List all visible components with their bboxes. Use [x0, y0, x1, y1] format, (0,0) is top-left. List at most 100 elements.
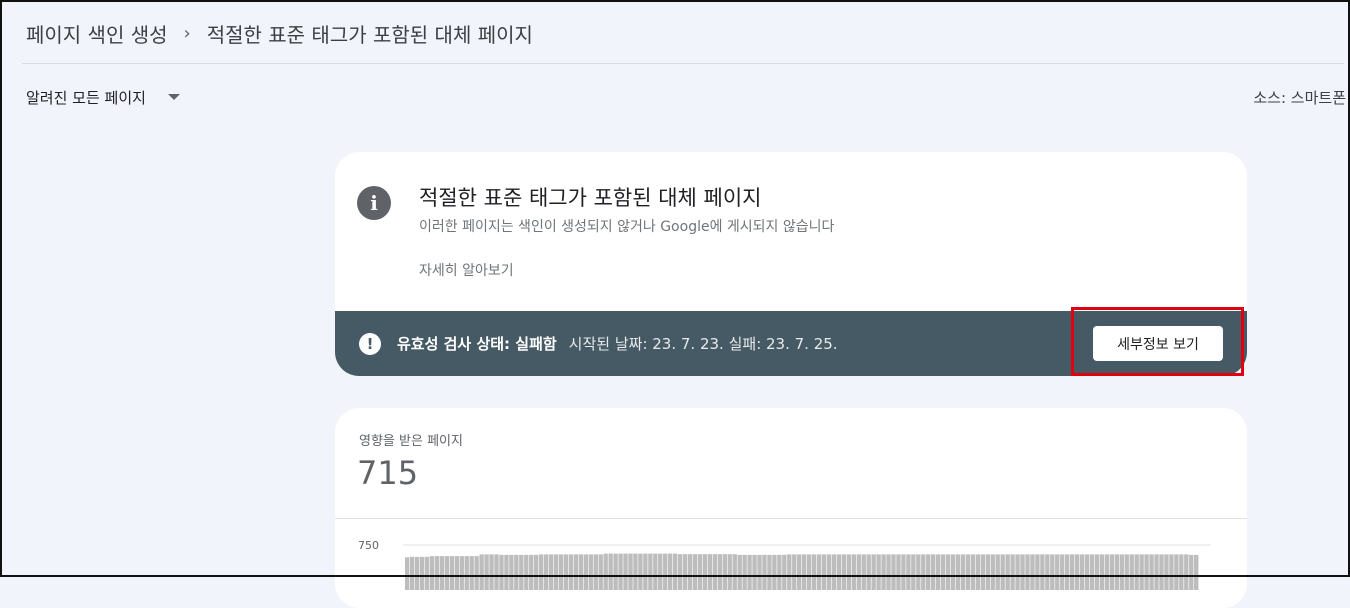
chart-bar — [1114, 554, 1119, 590]
chart-bar — [628, 553, 633, 590]
chart-bar — [1079, 554, 1085, 590]
chart-bar — [1104, 554, 1110, 590]
chart-bar — [1050, 554, 1055, 590]
header-divider — [22, 63, 1344, 64]
chart-bar — [464, 556, 469, 590]
issue-subtitle: 이러한 페이지는 색인이 생성되지 않거나 Google에 게시되지 않습니다 — [419, 219, 835, 235]
chart-bar — [871, 554, 876, 590]
chart-bar — [1025, 554, 1030, 590]
learn-more-link[interactable]: 자세히 알아보기 — [419, 260, 514, 280]
chart-bar — [618, 553, 623, 590]
chart-bar — [459, 556, 464, 590]
chart-bar — [573, 554, 579, 590]
chart-bar — [1129, 554, 1134, 590]
chart-bar — [866, 554, 871, 590]
chart-bar — [767, 554, 772, 590]
chart-bar — [960, 554, 966, 590]
chart-bar — [578, 554, 584, 590]
chart-bar — [826, 554, 832, 590]
dropdown-arrow-icon — [167, 94, 180, 100]
chart-bar — [439, 556, 445, 590]
chart-bar — [583, 554, 589, 590]
chart-bar — [896, 554, 901, 590]
chart-bar — [1099, 554, 1105, 590]
breadcrumb: 페이지 색인 생성 › 적절한 표준 태그가 포함된 대체 페이지 — [26, 18, 533, 48]
chart-bar — [553, 554, 559, 590]
chart-bar — [1010, 554, 1015, 590]
chart-bar — [717, 554, 722, 590]
chart-bar — [419, 556, 425, 590]
chart-bar — [524, 554, 529, 590]
chart-bar — [1184, 554, 1189, 590]
chart-bar — [891, 554, 896, 590]
chart-bar — [1169, 554, 1174, 590]
chart-bar — [509, 554, 514, 590]
chart-bar — [876, 554, 881, 590]
validation-dates: 시작된 날짜: 23. 7. 23. 실패: 23. 7. 25. — [568, 335, 838, 353]
chart-bar — [836, 554, 842, 590]
affected-pages-count: 715 — [357, 454, 419, 492]
chart-bar — [613, 553, 618, 590]
chart-bar — [906, 554, 911, 590]
chart-bar — [454, 556, 459, 590]
y-tick-label: 750 — [358, 539, 379, 552]
see-details-button[interactable]: 세부정보 보기 — [1093, 326, 1223, 361]
page-filter-value: 알려진 모든 페이지 — [26, 88, 146, 107]
chart-bar — [1164, 554, 1169, 590]
chart-bar — [980, 554, 986, 590]
chart-bar — [414, 556, 420, 590]
issue-card: i 적절한 표준 태그가 포함된 대체 페이지 이러한 페이지는 색인이 생성되… — [335, 152, 1247, 376]
issue-title: 적절한 표준 태그가 포함된 대체 페이지 — [419, 186, 762, 210]
chart-bar — [1194, 554, 1199, 590]
chart-bar — [1149, 554, 1154, 590]
chart-bar — [707, 554, 713, 590]
chart-bar — [911, 554, 916, 590]
chart-bar — [787, 554, 792, 590]
chart-bar — [409, 556, 415, 590]
chart-bar — [782, 554, 787, 590]
chart-bar — [802, 554, 807, 590]
chart-bar — [881, 554, 886, 590]
chart-bar — [598, 554, 603, 590]
chart-bar — [1139, 554, 1144, 590]
source-selector[interactable]: 소스: 스마트폰 — [1253, 84, 1346, 110]
chart-bar — [682, 554, 688, 590]
chart-bar — [697, 554, 703, 590]
chart-bar — [712, 554, 718, 590]
chart-bar — [529, 554, 534, 590]
chart-bar — [1069, 554, 1075, 590]
chart-bar — [1159, 554, 1164, 590]
affected-pages-card: 영향을 받은 페이지 715 750 — [335, 408, 1247, 608]
chart-bar — [926, 554, 931, 590]
chart-bar — [737, 554, 742, 590]
breadcrumb-current: 적절한 표준 태그가 포함된 대체 페이지 — [206, 22, 533, 47]
chart-bar — [1089, 554, 1095, 590]
chart-bar — [762, 554, 767, 590]
alert-icon: ! — [359, 332, 381, 355]
page-filter-dropdown[interactable]: 알려진 모든 페이지 — [26, 84, 180, 110]
chart-bar — [777, 554, 782, 590]
chart-bar — [931, 554, 936, 590]
affected-pages-label: 영향을 받은 페이지 — [359, 434, 463, 449]
breadcrumb-parent-link[interactable]: 페이지 색인 생성 — [26, 19, 168, 48]
chart-bar — [687, 554, 693, 590]
chart-bar — [1020, 554, 1025, 590]
chart-bar — [722, 554, 727, 590]
chart-bar — [643, 553, 648, 590]
chart-bar — [1065, 554, 1070, 590]
chart-bar — [469, 556, 474, 590]
chart-bar — [886, 554, 891, 590]
affected-pages-chart: 750 — [358, 539, 1211, 590]
chart-bar — [811, 554, 817, 590]
chart-bar — [672, 553, 678, 590]
chart-bar — [841, 554, 847, 590]
chart-bar — [668, 553, 673, 590]
chart-bar — [484, 554, 489, 590]
chart-bar — [593, 554, 598, 590]
chart-bar — [806, 554, 812, 590]
validation-status-label: 유효성 검사 상태: 실패함 — [397, 335, 557, 353]
chart-bar — [816, 554, 822, 590]
chart-bar — [1084, 554, 1090, 590]
chart-bar — [543, 554, 549, 590]
chart-bar — [965, 554, 971, 590]
